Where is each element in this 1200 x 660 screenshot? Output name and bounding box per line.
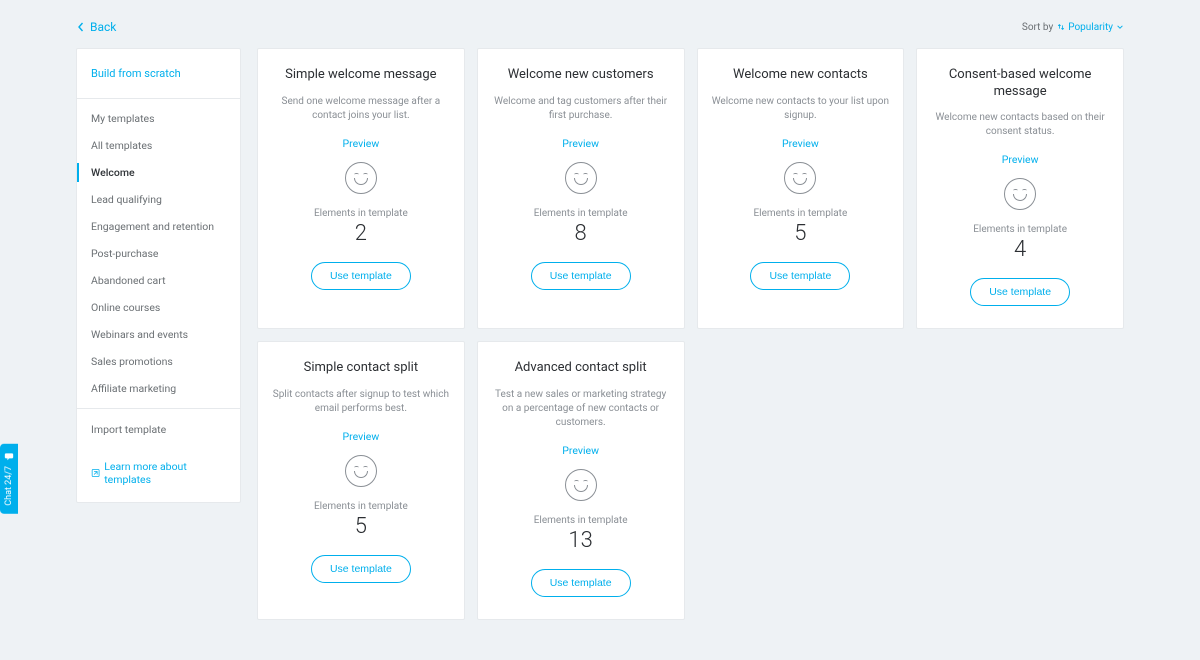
content: Simple welcome message Send one welcome m… (257, 48, 1124, 620)
template-grid: Simple welcome message Send one welcome m… (257, 48, 1124, 620)
preview-link[interactable]: Preview (562, 137, 599, 150)
build-from-scratch[interactable]: Build from scratch (77, 49, 240, 98)
template-card: Consent-based welcome message Welcome new… (916, 48, 1124, 329)
back-label: Back (90, 20, 116, 34)
template-card: Simple welcome message Send one welcome m… (257, 48, 465, 329)
elements-count: 4 (1014, 237, 1026, 262)
sort-arrows-icon (1057, 23, 1065, 31)
chat-tab[interactable]: Chat 24/7 (0, 444, 18, 514)
back-link[interactable]: Back (76, 20, 116, 34)
elements-label: Elements in template (534, 515, 628, 526)
card-description: Split contacts after signup to test whic… (272, 388, 450, 416)
use-template-button[interactable]: Use template (750, 262, 850, 290)
use-template-button[interactable]: Use template (531, 569, 631, 597)
sidebar-item[interactable]: Welcome (77, 159, 240, 186)
template-card: Simple contact split Split contacts after… (257, 341, 465, 620)
card-description: Send one welcome message after a contact… (272, 95, 450, 123)
elements-label: Elements in template (753, 208, 847, 219)
elements-count: 13 (568, 528, 592, 553)
topbar: Back Sort by Popularity (76, 16, 1124, 48)
elements-count: 2 (355, 221, 367, 246)
elements-count: 5 (355, 514, 367, 539)
elements-label: Elements in template (534, 208, 628, 219)
elements-label: Elements in template (973, 224, 1067, 235)
template-card: Welcome new contacts Welcome new contacts… (697, 48, 905, 329)
template-card: Welcome new customers Welcome and tag cus… (477, 48, 685, 329)
template-card: Advanced contact split Test a new sales o… (477, 341, 685, 620)
elements-count: 5 (794, 221, 806, 246)
sidebar-item[interactable]: Abandoned cart (77, 267, 240, 294)
card-description: Test a new sales or marketing strategy o… (492, 388, 670, 430)
preview-link[interactable]: Preview (562, 444, 599, 457)
sidebar-item[interactable]: Webinars and events (77, 321, 240, 348)
sidebar-item[interactable]: Affiliate marketing (77, 375, 240, 402)
card-title: Welcome new customers (508, 67, 654, 85)
elements-count: 8 (575, 221, 587, 246)
use-template-button[interactable]: Use template (311, 262, 411, 290)
chevron-left-icon (76, 22, 86, 32)
card-description: Welcome and tag customers after their fi… (492, 95, 670, 123)
card-title: Simple contact split (304, 360, 418, 378)
elements-label: Elements in template (314, 208, 408, 219)
smiley-icon (345, 455, 377, 487)
smiley-icon (784, 162, 816, 194)
sort-value[interactable]: Popularity (1057, 22, 1124, 33)
sidebar-item[interactable]: Online courses (77, 294, 240, 321)
external-link-icon (91, 468, 100, 478)
sidebar-item[interactable]: My templates (77, 105, 240, 132)
preview-link[interactable]: Preview (1002, 153, 1039, 166)
use-template-button[interactable]: Use template (531, 262, 631, 290)
smiley-icon (1004, 178, 1036, 210)
use-template-button[interactable]: Use template (311, 555, 411, 583)
smiley-icon (565, 469, 597, 501)
card-description: Welcome new contacts based on their cons… (931, 111, 1109, 139)
sidebar-item[interactable]: Post-purchase (77, 240, 240, 267)
sort-by-label: Sort by (1022, 22, 1053, 33)
sort-control: Sort by Popularity (1022, 22, 1124, 33)
sidebar-item[interactable]: Sales promotions (77, 348, 240, 375)
preview-link[interactable]: Preview (343, 430, 380, 443)
import-template[interactable]: Import template (77, 409, 240, 450)
card-title: Consent-based welcome message (931, 67, 1109, 101)
chat-icon (4, 452, 14, 462)
card-title: Advanced contact split (515, 360, 647, 378)
elements-label: Elements in template (314, 501, 408, 512)
preview-link[interactable]: Preview (343, 137, 380, 150)
smiley-icon (345, 162, 377, 194)
sidebar: Build from scratch My templatesAll templ… (76, 48, 241, 503)
card-description: Welcome new contacts to your list upon s… (712, 95, 890, 123)
card-title: Simple welcome message (285, 67, 436, 85)
sidebar-item[interactable]: Lead qualifying (77, 186, 240, 213)
sidebar-categories: My templatesAll templatesWelcomeLead qua… (77, 99, 240, 408)
chevron-down-icon (1116, 23, 1124, 31)
preview-link[interactable]: Preview (782, 137, 819, 150)
use-template-button[interactable]: Use template (970, 278, 1070, 306)
smiley-icon (565, 162, 597, 194)
learn-more-link[interactable]: Learn more about templates (77, 450, 240, 502)
sidebar-item[interactable]: All templates (77, 132, 240, 159)
sidebar-item[interactable]: Engagement and retention (77, 213, 240, 240)
card-title: Welcome new contacts (733, 67, 868, 85)
